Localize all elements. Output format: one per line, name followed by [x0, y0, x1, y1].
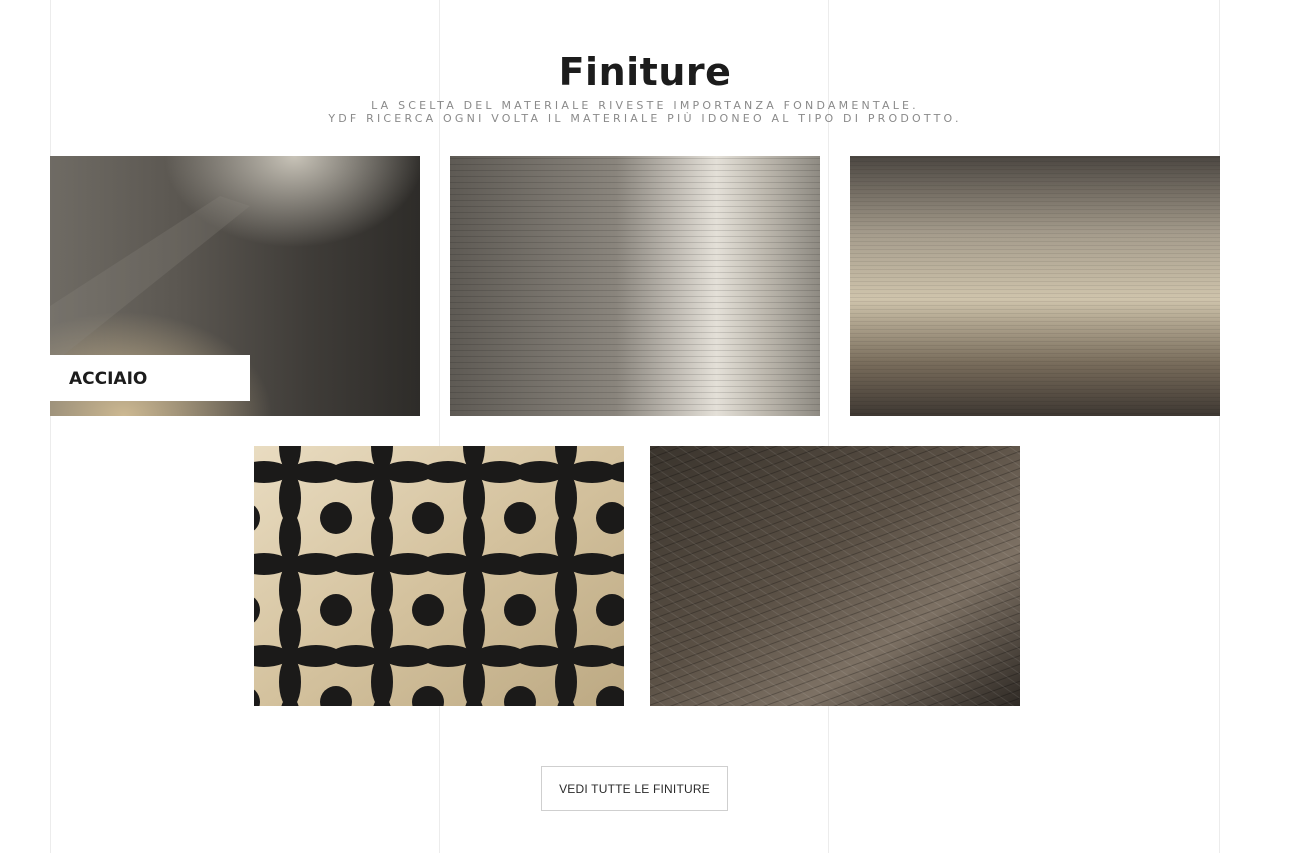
view-all-finishes-button[interactable]: VEDI TUTTE LE FINITURE: [541, 766, 728, 811]
section-title: Finiture: [558, 50, 732, 94]
perforated-pattern-image: [254, 446, 624, 706]
section-subtitle-line2: YDF ricerca ogni volta il materiale più …: [328, 112, 962, 125]
finish-tile-5[interactable]: [650, 446, 1020, 706]
finish-tile-acciaio[interactable]: ACCIAIO: [50, 156, 420, 416]
brushed-metal-texture-image: [450, 156, 820, 416]
finish-tile-3[interactable]: [850, 156, 1220, 416]
grid-line: [50, 0, 51, 853]
finish-label: ACCIAIO: [50, 355, 250, 401]
section-subtitle-line1: La scelta del materiale riveste importan…: [371, 99, 919, 112]
finish-tile-2[interactable]: [450, 156, 820, 416]
grid-line: [828, 0, 829, 853]
bronze-texture-image: [850, 156, 1220, 416]
grid-line: [1219, 0, 1220, 853]
dark-brushed-texture-image: [650, 446, 1020, 706]
finish-tile-4[interactable]: [254, 446, 624, 706]
grid-line: [439, 0, 440, 853]
